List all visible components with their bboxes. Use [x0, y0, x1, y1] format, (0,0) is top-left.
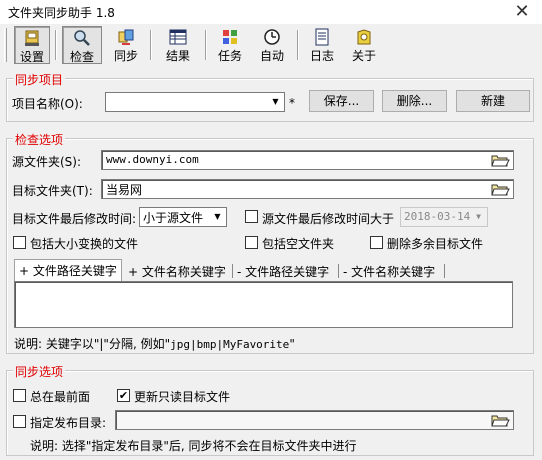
toolbar-about-button[interactable]: 关于: [346, 26, 382, 64]
always-on-top-checkbox[interactable]: [13, 389, 26, 402]
toolbar-tasks-button[interactable]: 任务: [212, 26, 248, 64]
tab-separator: [444, 264, 445, 278]
toolbar-separator: [150, 30, 152, 60]
keyword-text-area[interactable]: [14, 281, 513, 328]
publish-dir-input[interactable]: [115, 410, 514, 430]
tab-exclude-path[interactable]: - 文件路径关键字: [233, 261, 333, 281]
toolbar-results-button[interactable]: 结果: [160, 26, 196, 64]
empty-folder-label: 包括空文件夹: [262, 237, 335, 251]
new-button[interactable]: 新建: [456, 90, 530, 112]
publish-dir-label: 指定发布目录:: [30, 416, 107, 430]
settings-icon: [25, 30, 39, 46]
source-folder-label: 源文件夹(S):: [12, 155, 82, 169]
folder-open-icon[interactable]: [490, 180, 510, 198]
chevron-down-icon: ▼: [214, 212, 221, 221]
chevron-down-icon: ▼: [476, 212, 481, 221]
about-icon: [357, 29, 371, 45]
toolbar-auto-button[interactable]: 自动: [254, 26, 290, 64]
source-mtime-checkbox[interactable]: [245, 210, 258, 223]
project-name-label: 项目名称(O):: [12, 97, 83, 111]
delete-button[interactable]: 删除...: [382, 90, 447, 112]
target-folder-label: 目标文件夹(T):: [12, 184, 93, 198]
results-icon: [169, 29, 187, 45]
target-mtime-combo[interactable]: 小于源文件 ▼: [139, 207, 227, 227]
case-change-label: 包括大小变换的文件: [30, 237, 139, 251]
source-mtime-date-picker[interactable]: 2018-03-14 ▼: [400, 207, 488, 227]
check-options-title: 检查选项: [13, 131, 66, 148]
toolbar-separator: [55, 30, 57, 60]
folder-open-icon[interactable]: [490, 411, 510, 429]
sync-options-title: 同步选项: [13, 363, 66, 380]
delete-extra-checkbox[interactable]: [370, 236, 383, 249]
empty-folder-checkbox[interactable]: [245, 236, 258, 249]
target-folder-input[interactable]: 当易网: [101, 179, 514, 199]
toolbar-separator: [297, 30, 299, 60]
required-mark: *: [289, 96, 295, 110]
chevron-down-icon: ▼: [272, 97, 279, 106]
publish-dir-checkbox[interactable]: [13, 415, 26, 428]
close-button[interactable]: ✕: [502, 0, 542, 24]
publish-note: 说明: 选择"指定发布目录"后, 同步将不会在目标文件夹中进行: [30, 439, 357, 453]
keyword-note: 说明: 关键字以"|"分隔, 例如"jpg|bmp|MyFavorite": [14, 337, 295, 351]
tab-include-name[interactable]: + 文件名称关键字: [124, 261, 230, 281]
delete-extra-label: 删除多余目标文件: [387, 237, 484, 251]
keyword-tabs: + 文件路径关键字 + 文件名称关键字 - 文件路径关键字 - 文件名称关键字: [14, 259, 513, 281]
toolbar-check-button[interactable]: 检查: [62, 26, 102, 64]
case-change-checkbox[interactable]: [13, 236, 26, 249]
tab-include-path[interactable]: + 文件路径关键字: [14, 259, 122, 281]
update-readonly-label: 更新只读目标文件: [134, 390, 231, 404]
toolbar-log-button[interactable]: 日志: [304, 26, 340, 64]
tasks-icon: [223, 30, 237, 44]
toolbar-grip: [4, 28, 7, 62]
always-on-top-label: 总在最前面: [30, 390, 91, 404]
log-icon: [315, 28, 329, 46]
project-name-combo[interactable]: ▼: [105, 92, 285, 112]
toolbar-sync-button[interactable]: 同步: [108, 26, 144, 64]
update-readonly-checkbox[interactable]: ✔: [117, 389, 130, 402]
target-mtime-label: 目标文件最后修改时间:: [12, 212, 137, 226]
tab-exclude-name[interactable]: - 文件名称关键字: [339, 261, 439, 281]
toolbar-separator: [205, 30, 207, 60]
check-icon: [74, 30, 90, 46]
source-mtime-label: 源文件最后修改时间大于: [262, 212, 395, 226]
title-bar: 文件夹同步助手 1.8 ✕: [0, 0, 542, 24]
sync-icon: [118, 29, 134, 45]
toolbar-settings-button[interactable]: 设置: [14, 26, 50, 64]
window-title: 文件夹同步助手 1.8: [8, 6, 115, 20]
save-button[interactable]: 保存...: [309, 90, 374, 112]
source-folder-input[interactable]: www.downyi.com: [101, 150, 514, 170]
folder-open-icon[interactable]: [490, 151, 510, 169]
toolbar: 设置 检查 同步 结果 任务 自动 日志 关于: [0, 26, 542, 66]
sync-project-title: 同步项目: [13, 71, 66, 88]
clock-icon: [264, 29, 280, 45]
